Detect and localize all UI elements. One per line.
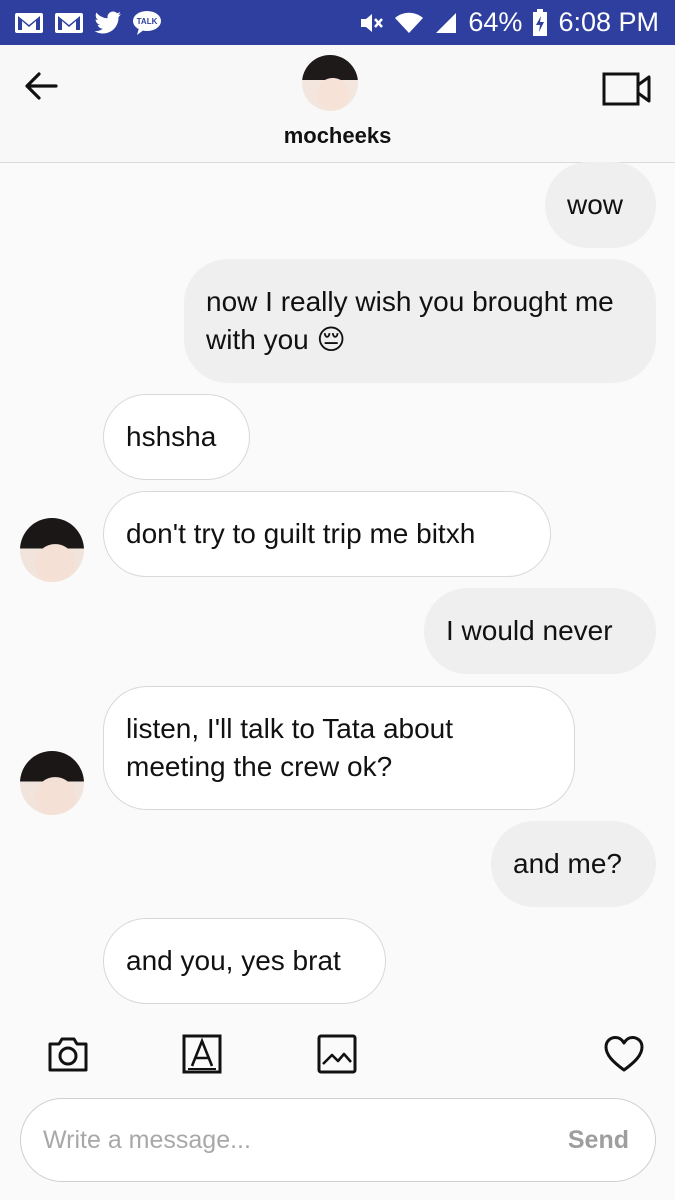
system-icons: 64% 6:08 PM bbox=[358, 0, 659, 45]
twitter-icon bbox=[94, 11, 122, 35]
gallery-icon bbox=[317, 1034, 357, 1074]
message-input[interactable] bbox=[43, 1099, 543, 1181]
conversation-header: mocheeks bbox=[0, 45, 675, 163]
incoming-message[interactable]: hshsha bbox=[103, 394, 250, 480]
camera-button[interactable] bbox=[44, 1030, 92, 1078]
battery-percent: 64% bbox=[468, 7, 523, 37]
message-text: wow bbox=[567, 189, 624, 220]
message-text: and you, yes brat bbox=[126, 945, 341, 976]
incoming-message[interactable]: don't try to guilt trip me bitxh bbox=[103, 491, 551, 577]
wifi-icon bbox=[394, 11, 424, 35]
outgoing-message[interactable]: I would never bbox=[424, 588, 656, 674]
back-button[interactable] bbox=[20, 65, 62, 107]
talk-icon: TALK bbox=[132, 10, 162, 36]
video-call-button[interactable] bbox=[601, 69, 653, 109]
message-thread[interactable]: wow now I really wish you brought me wit… bbox=[0, 162, 675, 1024]
sender-avatar[interactable] bbox=[20, 751, 84, 815]
message-text: I would never bbox=[446, 615, 613, 646]
status-bar: TALK 64% 6:08 PM bbox=[0, 0, 675, 45]
message-composer: Send bbox=[20, 1098, 656, 1182]
outgoing-message[interactable]: now I really wish you brought me with yo… bbox=[184, 259, 656, 383]
arrow-left-icon bbox=[25, 72, 58, 100]
video-camera-icon bbox=[602, 72, 651, 106]
outgoing-message[interactable]: and me? bbox=[491, 821, 656, 907]
incoming-message[interactable]: listen, I'll talk to Tata about meeting … bbox=[103, 686, 575, 810]
message-text: hshsha bbox=[126, 421, 217, 452]
notification-icons: TALK bbox=[14, 6, 162, 39]
signal-icon bbox=[434, 11, 458, 35]
contact-username[interactable]: mocheeks bbox=[0, 123, 675, 149]
gallery-button[interactable] bbox=[313, 1030, 361, 1078]
outgoing-message[interactable]: wow bbox=[545, 162, 656, 248]
gmail-icon bbox=[54, 11, 84, 35]
battery-charging-icon bbox=[532, 8, 548, 37]
message-text: listen, I'll talk to Tata about meeting … bbox=[126, 713, 454, 782]
talk-icon-label: TALK bbox=[137, 17, 158, 26]
clock: 6:08 PM bbox=[558, 7, 659, 37]
text-style-button[interactable] bbox=[178, 1030, 226, 1078]
send-button[interactable]: Send bbox=[568, 1099, 629, 1181]
contact-avatar[interactable] bbox=[302, 55, 358, 111]
text-style-icon bbox=[182, 1034, 222, 1074]
message-text: don't try to guilt trip me bitxh bbox=[126, 518, 476, 549]
heart-icon bbox=[604, 1036, 644, 1072]
mute-icon bbox=[358, 10, 384, 36]
message-text: and me? bbox=[513, 848, 622, 879]
composer-toolbar bbox=[0, 1030, 675, 1082]
incoming-message[interactable]: and you, yes brat bbox=[103, 918, 386, 1004]
like-button[interactable] bbox=[600, 1030, 648, 1078]
sender-avatar[interactable] bbox=[20, 518, 84, 582]
camera-icon bbox=[48, 1037, 88, 1072]
gmail-icon bbox=[14, 11, 44, 35]
message-text: now I really wish you brought me with yo… bbox=[206, 286, 614, 355]
